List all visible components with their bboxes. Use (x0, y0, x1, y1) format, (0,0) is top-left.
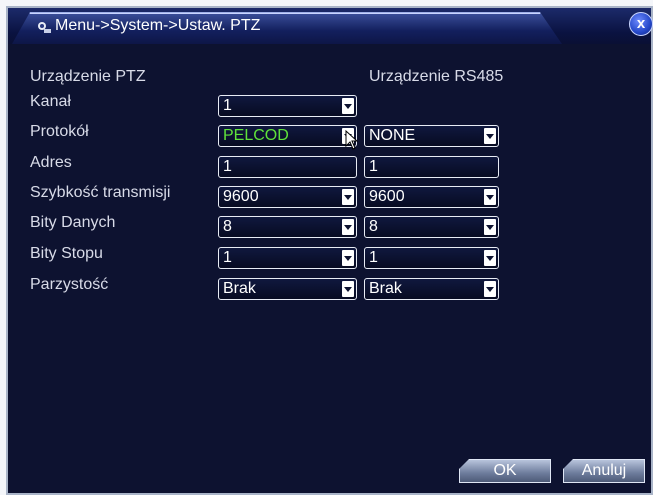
chevron-down-icon[interactable] (342, 189, 354, 205)
chevron-down-icon[interactable] (484, 219, 496, 235)
channel-label: Kanał (30, 93, 71, 110)
close-button[interactable]: x (629, 12, 653, 36)
ok-button[interactable]: OK (459, 459, 551, 483)
rs485-stop-bits-select[interactable]: 1 (364, 247, 499, 269)
rs485-device-header: Urządzenie RS485 (369, 68, 504, 85)
ptz-data-bits-value: 8 (223, 218, 232, 235)
chevron-down-icon[interactable] (342, 250, 354, 266)
chevron-down-icon[interactable] (342, 281, 354, 297)
protocol-label: Protokół (30, 123, 89, 140)
ptz-address-input[interactable]: 1 (218, 156, 357, 178)
baud-rate-label: Szybkość transmisji (30, 184, 171, 201)
cancel-button[interactable]: Anuluj (563, 459, 645, 483)
rs485-data-bits-select[interactable]: 8 (364, 216, 499, 238)
ptz-baud-rate-select[interactable]: 9600 (218, 186, 357, 208)
rs485-address-input[interactable]: 1 (364, 156, 499, 178)
rs485-baud-rate-value: 9600 (369, 188, 405, 205)
window-title: Menu->System->Ustaw. PTZ (55, 17, 261, 34)
chevron-down-icon[interactable] (484, 250, 496, 266)
chevron-down-icon[interactable] (484, 281, 496, 297)
channel-value: 1 (223, 97, 232, 114)
ptz-protocol-value: PELCOD (223, 127, 289, 144)
data-bits-label: Bity Danych (30, 214, 116, 231)
ptz-baud-rate-value: 9600 (223, 188, 259, 205)
ptz-stop-bits-value: 1 (223, 249, 232, 266)
rs485-protocol-select[interactable]: NONE (364, 125, 499, 147)
channel-select[interactable]: 1 (218, 95, 357, 117)
rs485-parity-value: Brak (369, 280, 402, 297)
rs485-address-value: 1 (369, 158, 378, 175)
address-label: Adres (30, 154, 72, 171)
ptz-parity-select[interactable]: Brak (218, 278, 357, 300)
rs485-data-bits-value: 8 (369, 218, 378, 235)
ptz-address-value: 1 (223, 158, 232, 175)
ptz-protocol-select[interactable]: PELCOD (218, 125, 357, 147)
rs485-protocol-value: NONE (369, 127, 416, 144)
chevron-down-icon[interactable] (484, 189, 496, 205)
ptz-form: Urządzenie PTZ Urządzenie RS485 Kanał 1 … (8, 48, 651, 493)
chevron-down-icon[interactable] (484, 128, 496, 144)
stop-bits-label: Bity Stopu (30, 245, 103, 262)
parity-label: Parzystość (30, 276, 109, 293)
ptz-data-bits-select[interactable]: 8 (218, 216, 357, 238)
ptz-stop-bits-select[interactable]: 1 (218, 247, 357, 269)
chevron-down-icon[interactable] (342, 98, 354, 114)
rs485-baud-rate-select[interactable]: 9600 (364, 186, 499, 208)
ptz-settings-window: Menu->System->Ustaw. PTZ x Urządzenie PT… (6, 6, 653, 495)
rs485-stop-bits-value: 1 (369, 249, 378, 266)
ptz-device-header: Urządzenie PTZ (30, 68, 146, 85)
ptz-parity-value: Brak (223, 280, 256, 297)
chevron-down-icon[interactable] (342, 219, 354, 235)
title-bar: Menu->System->Ustaw. PTZ x (8, 8, 653, 44)
camera-icon (38, 22, 51, 33)
rs485-parity-select[interactable]: Brak (364, 278, 499, 300)
mouse-cursor-icon (345, 130, 359, 150)
